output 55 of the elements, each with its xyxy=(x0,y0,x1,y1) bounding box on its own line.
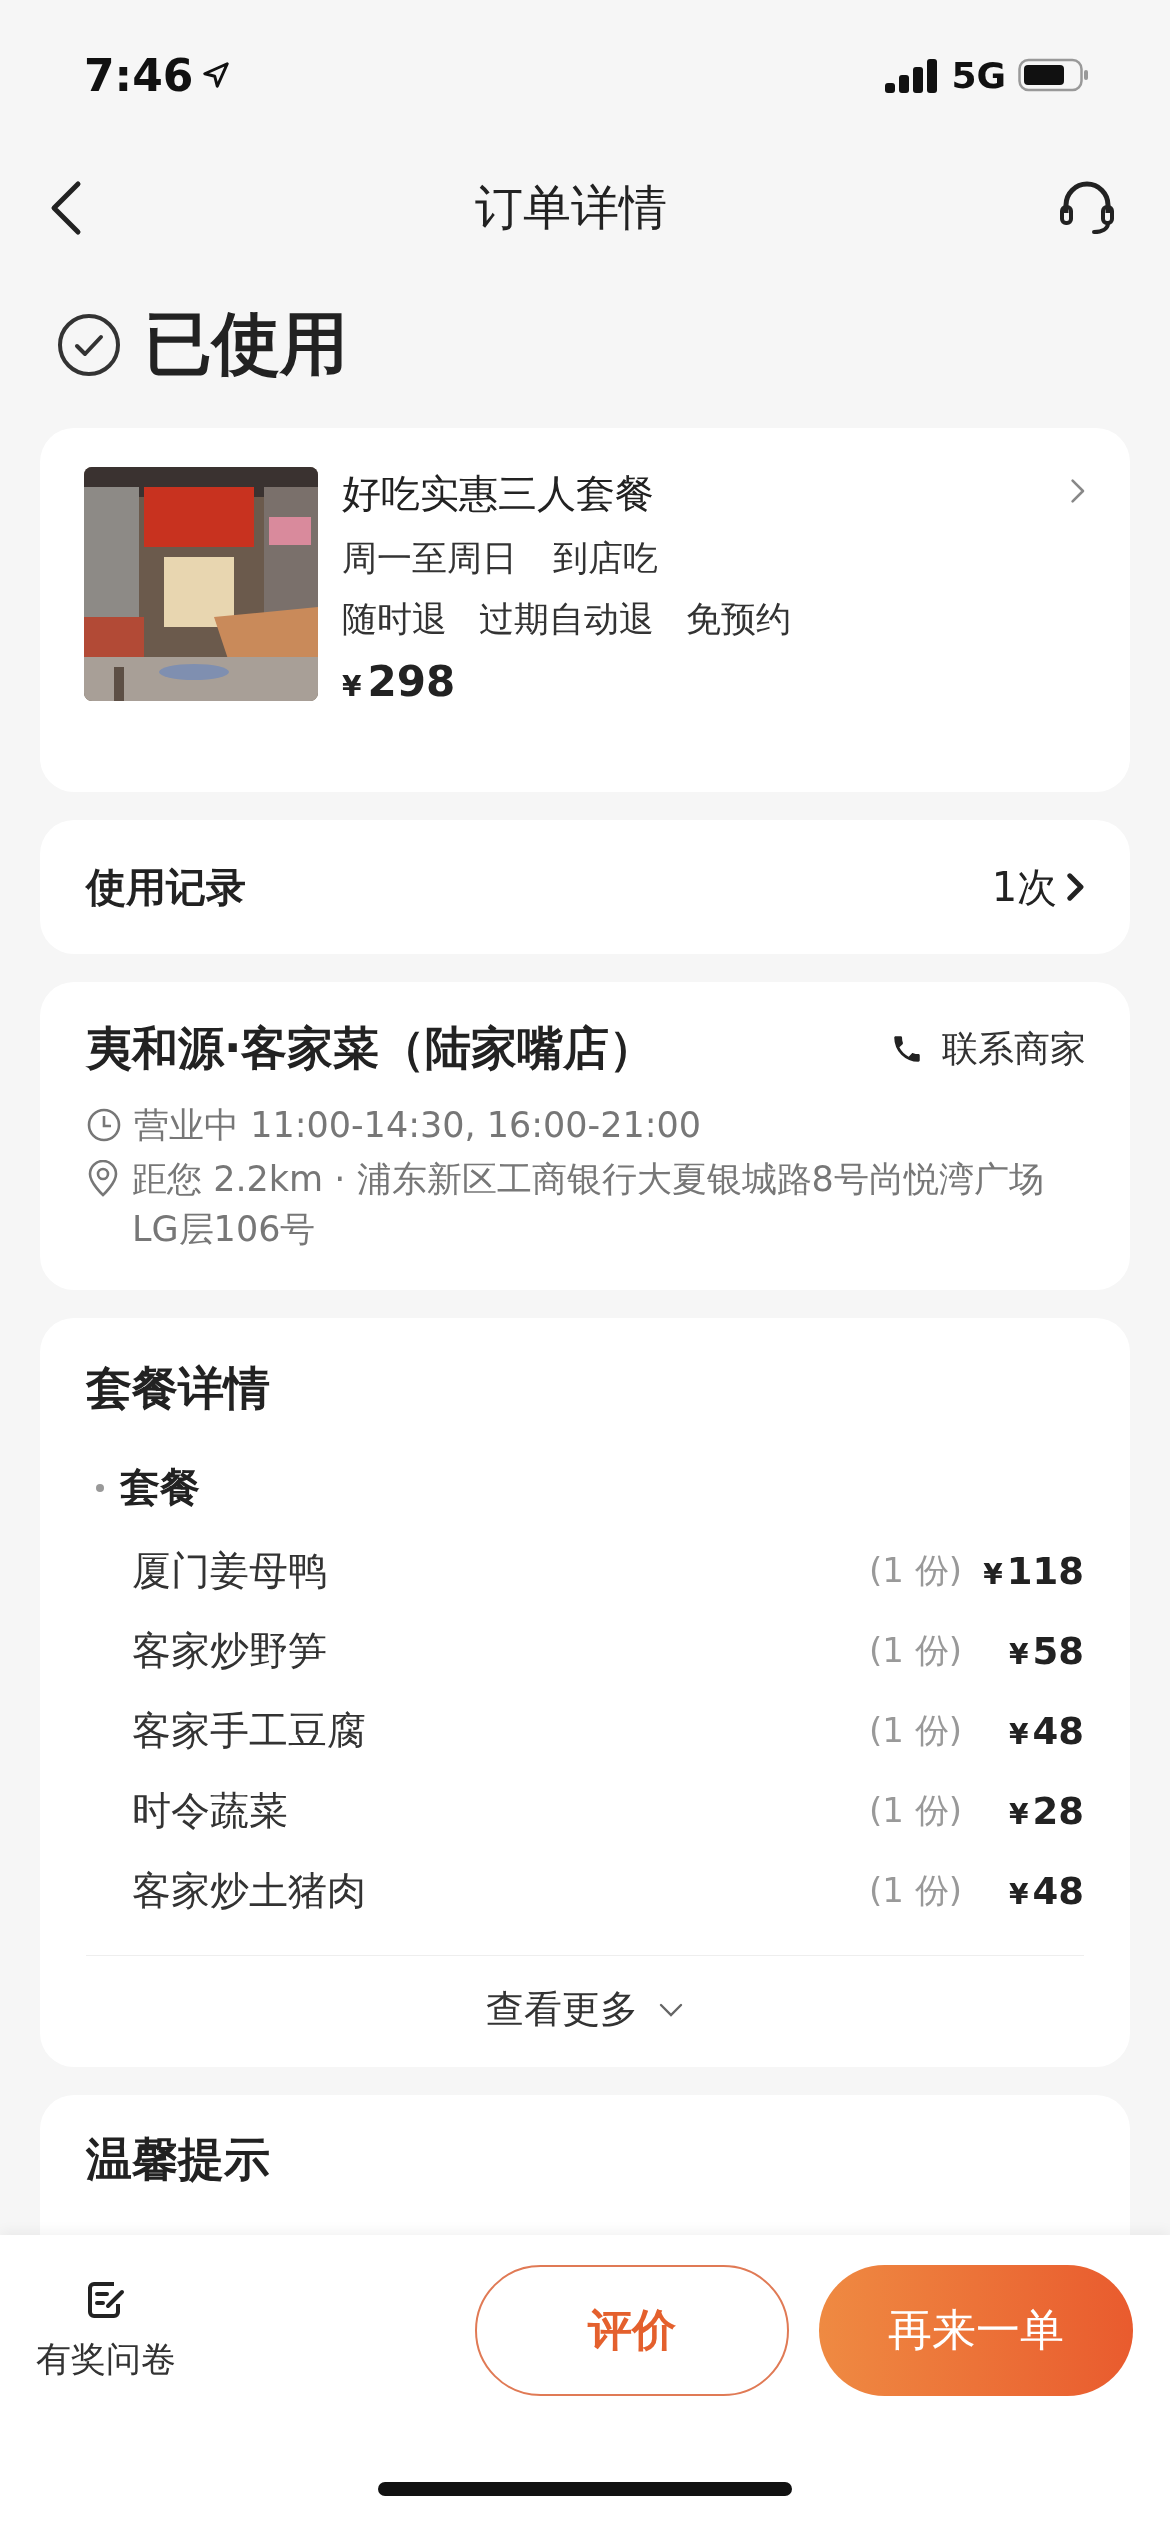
dish-price: 48 xyxy=(1032,1709,1084,1753)
dish-quantity: (1 份) xyxy=(869,1549,962,1592)
network-label: 5G xyxy=(951,54,1006,96)
order-status: 已使用 xyxy=(144,303,348,385)
bullet-icon xyxy=(96,1483,104,1492)
currency-symbol: ¥ xyxy=(1009,1717,1029,1751)
business-hours: 营业中 11:00-14:30, 16:00-21:00 xyxy=(134,1104,702,1147)
package-title: 套餐详情 xyxy=(86,1361,270,1415)
dish-price: 58 xyxy=(1032,1629,1084,1673)
currency-symbol: ¥ xyxy=(983,1557,1003,1591)
usage-record-row[interactable]: 使用记录 1次 xyxy=(40,820,1130,954)
clock-icon xyxy=(86,1107,122,1143)
dish-quantity: (1 份) xyxy=(869,1789,962,1832)
dish-price: 48 xyxy=(1032,1869,1084,1913)
deal-title: 好吃实惠三人套餐 xyxy=(342,470,654,518)
deal-tag: 过期自动退 xyxy=(479,596,654,643)
dish-price: 28 xyxy=(1032,1789,1084,1833)
deal-schedule: 到店吃 xyxy=(553,537,658,580)
location-pin-icon xyxy=(86,1160,120,1198)
usage-record-label: 使用记录 xyxy=(86,862,246,912)
contact-merchant-button[interactable]: 联系商家 xyxy=(890,1024,1086,1074)
dish-name: 厦门姜母鸭 xyxy=(132,1547,328,1595)
chevron-down-icon xyxy=(658,2001,684,2018)
currency-symbol: ¥ xyxy=(1009,1797,1029,1831)
currency-symbol: ¥ xyxy=(1009,1877,1029,1911)
deal-schedule: 周一至周日 xyxy=(342,537,517,580)
chevron-right-icon xyxy=(1067,873,1084,901)
deal-tag: 免预约 xyxy=(686,596,791,643)
tips-title: 温馨提示 xyxy=(86,2132,270,2186)
dish-name: 客家炒土猪肉 xyxy=(132,1867,367,1915)
deal-price: 298 xyxy=(367,657,456,706)
chevron-right-icon xyxy=(1070,478,1086,504)
usage-count: 1次 xyxy=(991,862,1058,912)
dish-name: 客家手工豆腐 xyxy=(132,1707,367,1755)
package-group: 套餐 xyxy=(120,1460,200,1515)
dish-quantity: (1 份) xyxy=(869,1629,962,1672)
dish-quantity: (1 份) xyxy=(869,1709,962,1752)
dish-name: 时令蔬菜 xyxy=(132,1787,289,1835)
signal-icon xyxy=(885,57,940,93)
status-time: 7:46 xyxy=(84,49,194,101)
page-title: 订单详情 xyxy=(475,177,667,237)
dish-name: 客家炒野笋 xyxy=(132,1627,328,1675)
battery-icon xyxy=(1018,57,1090,93)
currency-symbol: ¥ xyxy=(1009,1637,1029,1671)
dish-price: 118 xyxy=(1006,1549,1084,1593)
store-name: 夷和源·客家菜（陆家嘴店） xyxy=(86,1020,656,1077)
deal-tag: 随时退 xyxy=(342,596,447,643)
store-address: 距您 2.2km · 浦东新区工商银行大夏银城路8号尚悦湾广场LG层106号 xyxy=(132,1158,1045,1251)
currency-symbol: ¥ xyxy=(342,670,362,703)
deal-card[interactable]: 好吃实惠三人套餐 周一至周日 到店吃 随时退 过期自动退 免预约 ¥298 xyxy=(40,428,1130,792)
dish-quantity: (1 份) xyxy=(869,1869,962,1912)
location-arrow-icon xyxy=(201,60,232,90)
check-circle-icon xyxy=(56,311,122,378)
survey-button[interactable]: 有奖问卷 xyxy=(36,2278,176,2383)
show-more-button[interactable]: 查看更多 xyxy=(86,1955,1084,2037)
